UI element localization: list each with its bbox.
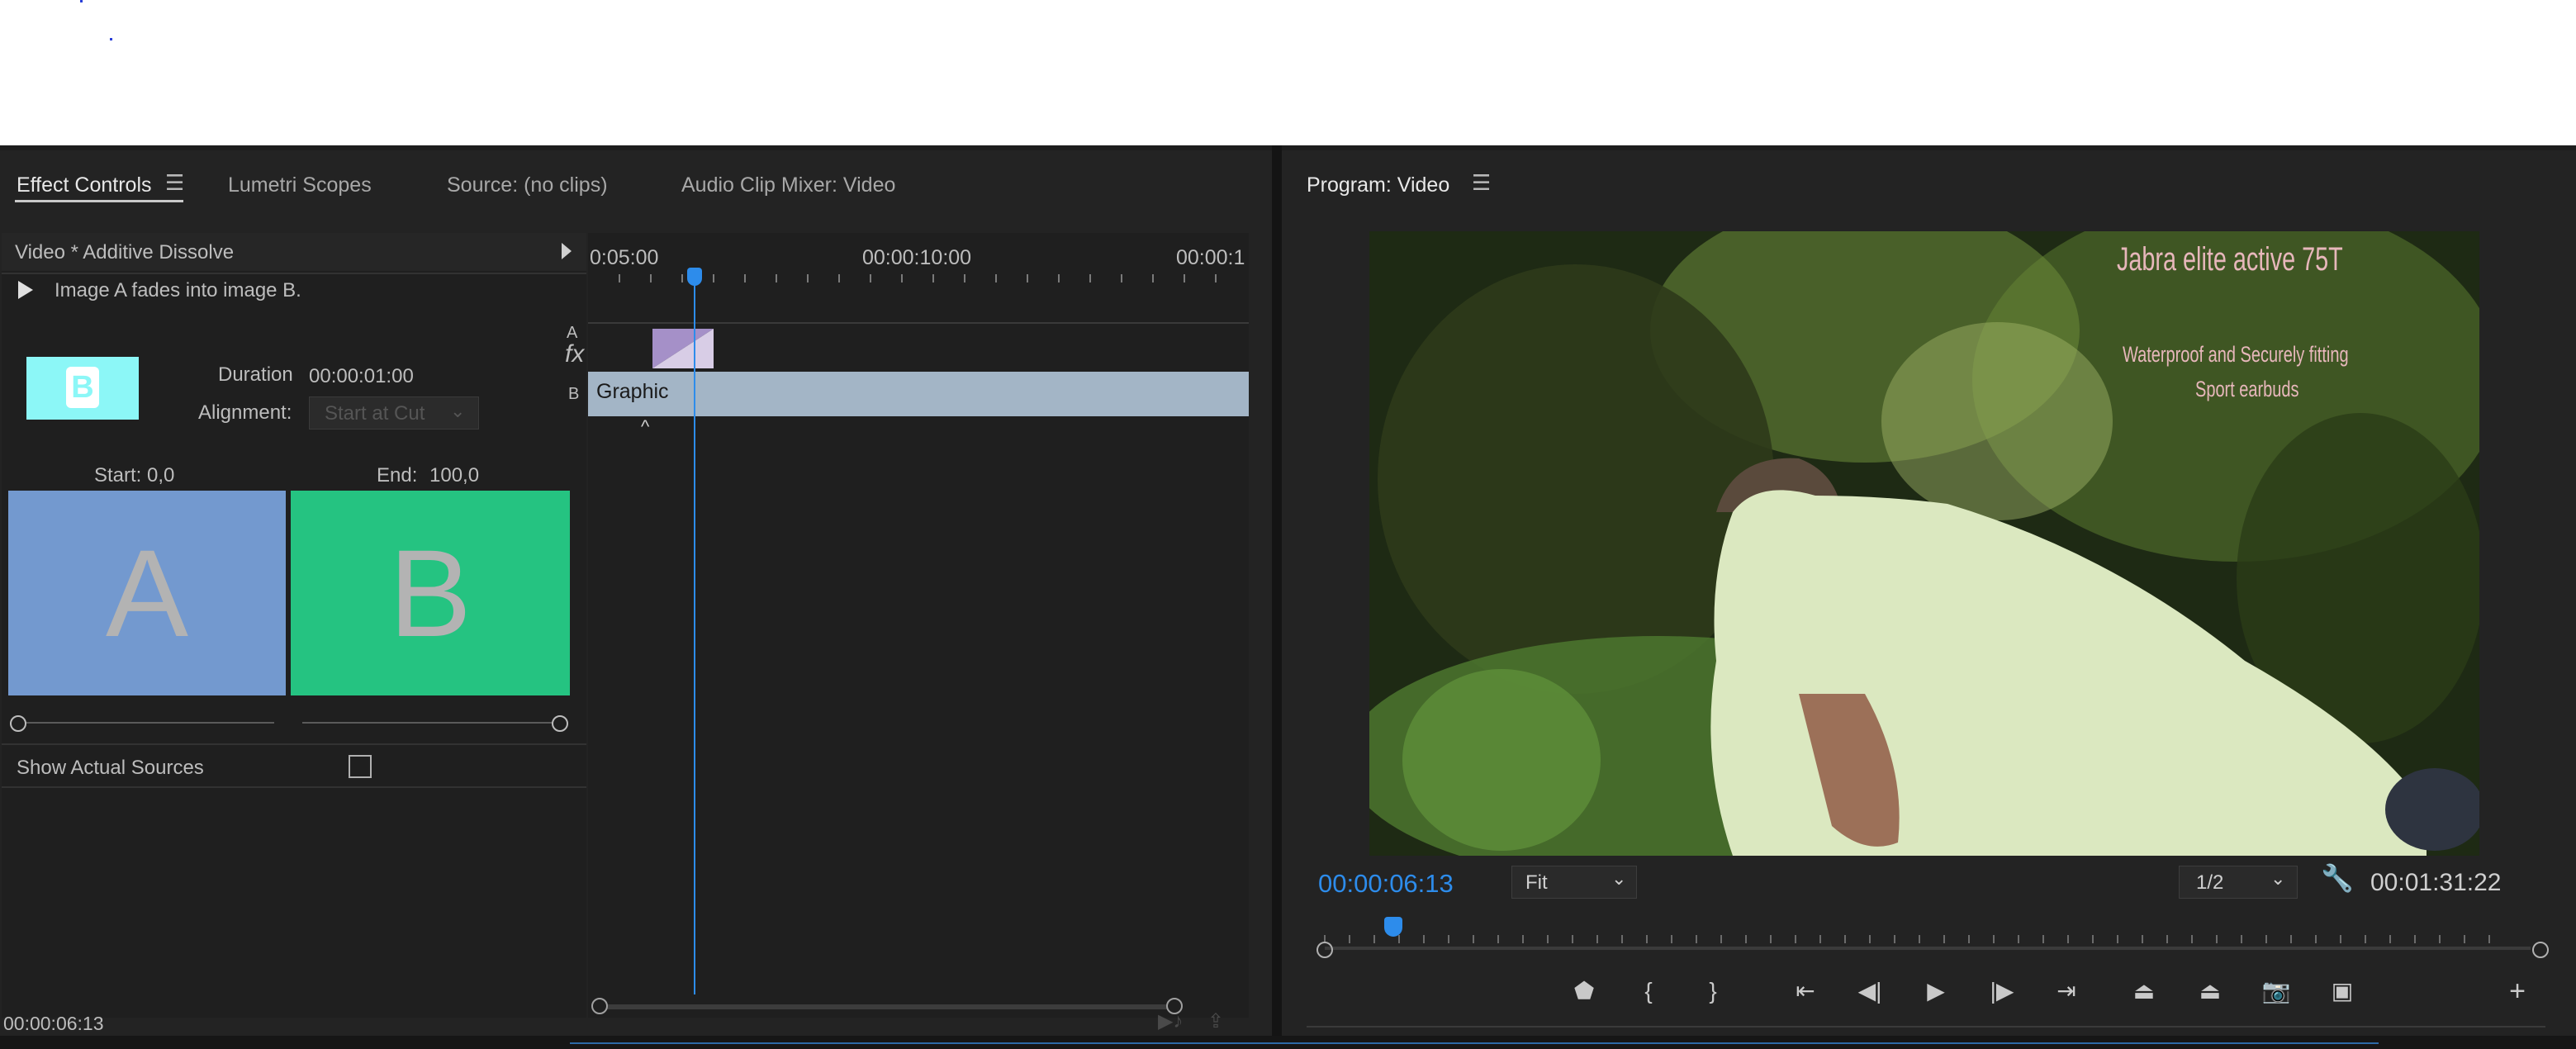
fx-icon: fx <box>565 340 585 368</box>
artifact-dot <box>80 0 83 2</box>
step-forward-icon[interactable]: |▶ <box>1984 975 2020 1008</box>
play-preview-icon[interactable] <box>18 281 33 299</box>
tab-program[interactable]: Program: Video <box>1307 173 1449 197</box>
scrollbar-left-handle[interactable] <box>591 998 608 1014</box>
show-actual-sources-label: Show Actual Sources <box>17 757 204 779</box>
thumbnail-letter: B <box>71 370 94 405</box>
caret-up-icon: ^ <box>641 416 650 437</box>
start-slider-track[interactable] <box>26 722 274 724</box>
panel-menu-icon[interactable]: ☰ <box>165 170 184 196</box>
focus-indicator <box>570 1042 2379 1044</box>
tab-effect-controls[interactable]: Effect Controls <box>17 173 152 197</box>
preview-a-letter: A <box>105 524 189 662</box>
transition-block[interactable] <box>652 329 714 368</box>
track-b-label: B <box>568 385 580 403</box>
overlay-title: Jabra elite active 75T <box>2117 241 2343 278</box>
transition-thumbnail: B <box>26 357 139 420</box>
zoom-dropdown[interactable]: Fit ⌄ <box>1511 866 1637 899</box>
clip-label: Graphic <box>596 380 669 403</box>
panel-divider[interactable] <box>1272 145 1282 1049</box>
preview-a: A <box>8 491 286 695</box>
end-slider-track[interactable] <box>302 722 552 724</box>
divider <box>1307 1026 2545 1028</box>
lift-icon[interactable]: ⏏ <box>2126 975 2162 1008</box>
duration-value[interactable]: 00:00:01:00 <box>309 365 414 388</box>
mark-in-icon[interactable]: { <box>1630 975 1667 1008</box>
left-panel-group: Effect Controls ☰ Lumetri Scopes Source:… <box>0 150 1272 1049</box>
tab-lumetri-scopes[interactable]: Lumetri Scopes <box>228 173 372 197</box>
zoom-left-handle[interactable] <box>1316 942 1333 958</box>
timeline-tick-label: 0:05:00 <box>590 246 659 269</box>
divider <box>2 273 586 274</box>
comparison-view-icon[interactable]: ▣ <box>2324 975 2360 1008</box>
export-icon[interactable]: ⇪ <box>1207 1009 1224 1033</box>
mini-timeline: 0:05:00 00:00:10:00 00:00:1 Graphic ^ <box>588 233 1249 1018</box>
mark-out-icon[interactable]: } <box>1695 975 1731 1008</box>
video-image <box>1369 231 2479 856</box>
artifact-dot <box>110 38 112 40</box>
chevron-down-icon: ⌄ <box>450 401 466 421</box>
chevron-down-icon: ⌄ <box>2270 868 2286 889</box>
premiere-window: Effect Controls ☰ Lumetri Scopes Source:… <box>0 145 2576 1049</box>
effect-header: Video * Additive Dissolve <box>15 241 235 263</box>
preview-b-letter: B <box>388 524 472 662</box>
tab-audio-clip-mixer[interactable]: Audio Clip Mixer: Video <box>681 173 895 197</box>
overlay-subtitle-1: Waterproof and Securely fitting <box>2123 342 2349 367</box>
resolution-value: 1/2 <box>2196 871 2224 894</box>
panel-menu-icon[interactable]: ☰ <box>1472 170 1491 196</box>
divider <box>2 786 586 788</box>
duration-label: Duration <box>218 363 293 386</box>
playhead-handle[interactable] <box>687 268 702 286</box>
alignment-label: Alignment: <box>198 401 292 424</box>
end-label: End: <box>377 464 418 487</box>
program-scrub-ruler[interactable] <box>1313 918 2552 958</box>
end-slider-handle[interactable] <box>552 715 568 732</box>
timeline-tick-label: 00:00:1 <box>1176 246 1245 269</box>
timeline-scrollbar[interactable] <box>588 998 1249 1016</box>
timeline-tick-label: 00:00:10:00 <box>862 246 972 269</box>
go-to-out-icon[interactable]: ⇥ <box>2048 975 2085 1008</box>
go-to-in-icon[interactable]: ⇤ <box>1787 975 1824 1008</box>
effect-description: Image A fades into image B. <box>55 279 301 301</box>
effect-controls-panel: Video * Additive Dissolve Image A fades … <box>2 233 586 1018</box>
transition-shape <box>652 329 714 368</box>
graphic-clip[interactable]: Graphic <box>588 372 1249 416</box>
play-icon[interactable]: ▶ <box>1918 975 1954 1008</box>
program-playhead[interactable] <box>1384 917 1402 937</box>
add-marker-icon[interactable]: ⬟ <box>1566 975 1602 1008</box>
active-tab-underline <box>15 200 183 202</box>
end-value[interactable]: 100,0 <box>429 464 479 487</box>
chevron-down-icon: ⌄ <box>1611 868 1627 889</box>
overlay-subtitle-2: Sport earbuds <box>2195 377 2299 401</box>
program-monitor: Program: Video ☰ Jabra elite active 75T … <box>1282 150 2576 1049</box>
playhead-line <box>694 268 695 994</box>
track-divider <box>588 322 1249 324</box>
program-current-timecode[interactable]: 00:00:06:13 <box>1318 869 1454 899</box>
wrench-icon[interactable]: 🔧 <box>2321 862 2354 894</box>
zoom-value: Fit <box>1525 871 1548 894</box>
camera-icon[interactable]: 📷 <box>2258 975 2294 1008</box>
preview-b: B <box>291 491 570 695</box>
video-frame[interactable]: Jabra elite active 75T Waterproof and Se… <box>1369 231 2479 856</box>
alignment-value: Start at Cut <box>325 402 425 425</box>
audio-export-icon[interactable]: ▶♪ <box>1158 1009 1183 1033</box>
start-label: Start: <box>94 464 142 487</box>
start-value[interactable]: 0,0 <box>147 464 174 487</box>
resolution-dropdown[interactable]: 1/2 ⌄ <box>2179 866 2298 899</box>
extract-icon[interactable]: ⏏ <box>2192 975 2228 1008</box>
show-actual-sources-checkbox[interactable] <box>349 755 372 778</box>
start-slider-handle[interactable] <box>10 715 26 732</box>
scrollbar-track[interactable] <box>600 1004 1169 1009</box>
zoom-right-handle[interactable] <box>2532 942 2549 958</box>
effect-controls-timecode[interactable]: 00:00:06:13 <box>3 1013 104 1035</box>
program-duration: 00:01:31:22 <box>2370 869 2502 896</box>
tab-source[interactable]: Source: (no clips) <box>447 173 608 197</box>
add-button-icon[interactable]: + <box>2499 975 2536 1008</box>
desktop-background <box>0 0 2576 145</box>
alignment-dropdown[interactable]: Start at Cut ⌄ <box>309 396 479 430</box>
play-transition-icon[interactable] <box>562 243 572 259</box>
divider <box>2 743 586 745</box>
step-back-icon[interactable]: ◀| <box>1852 975 1888 1008</box>
